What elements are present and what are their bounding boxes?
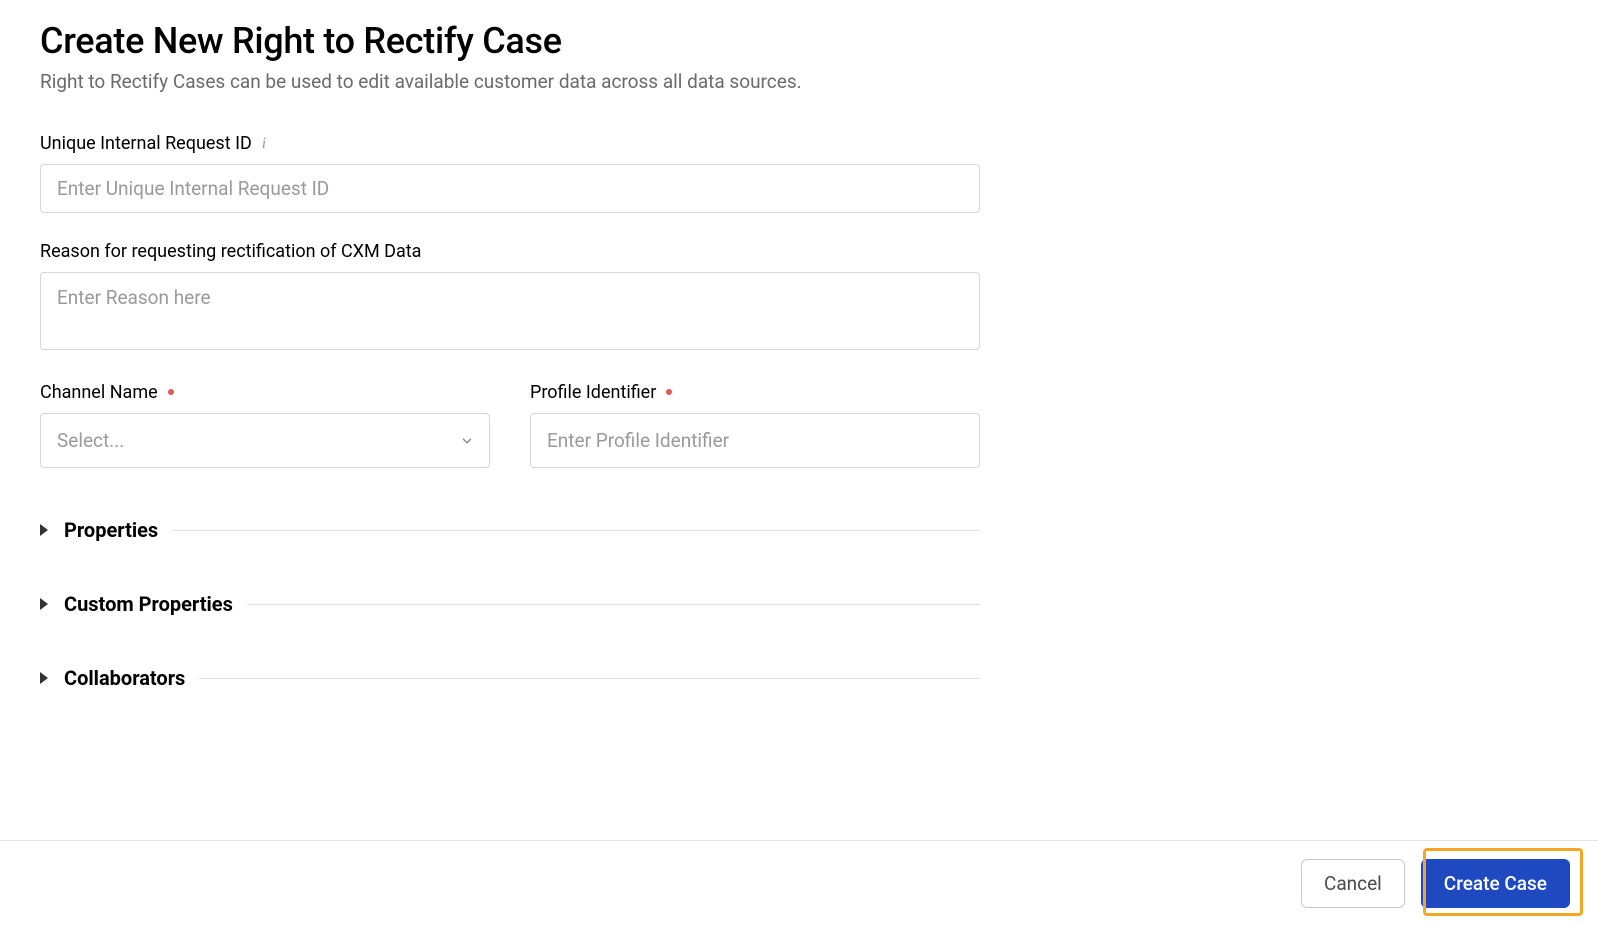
collaborators-section-title: Collaborators [64, 666, 185, 690]
channel-name-select[interactable]: Select... [40, 413, 490, 468]
footer-bar: Cancel Create Case [0, 840, 1598, 926]
section-divider [199, 678, 980, 679]
page-title: Create New Right to Rectify Case [40, 20, 1558, 62]
required-indicator [666, 389, 672, 395]
page-subtitle: Right to Rectify Cases can be used to ed… [40, 70, 1558, 93]
section-divider [172, 530, 980, 531]
info-icon[interactable]: i [262, 135, 266, 153]
request-id-label: Unique Internal Request ID i [40, 133, 980, 154]
required-indicator [168, 389, 174, 395]
reason-input[interactable] [40, 272, 980, 350]
reason-label: Reason for requesting rectification of C… [40, 241, 980, 262]
section-divider [247, 604, 980, 605]
create-case-button[interactable]: Create Case [1421, 859, 1570, 908]
profile-identifier-label: Profile Identifier [530, 382, 980, 403]
channel-name-label: Channel Name [40, 382, 490, 403]
profile-identifier-input[interactable] [530, 413, 980, 468]
caret-right-icon [40, 524, 50, 536]
properties-section-toggle[interactable]: Properties [40, 518, 980, 542]
request-id-input[interactable] [40, 164, 980, 213]
collaborators-section-toggle[interactable]: Collaborators [40, 666, 980, 690]
properties-section-title: Properties [64, 518, 158, 542]
caret-right-icon [40, 672, 50, 684]
custom-properties-section-title: Custom Properties [64, 592, 233, 616]
cancel-button[interactable]: Cancel [1301, 859, 1405, 908]
caret-right-icon [40, 598, 50, 610]
custom-properties-section-toggle[interactable]: Custom Properties [40, 592, 980, 616]
